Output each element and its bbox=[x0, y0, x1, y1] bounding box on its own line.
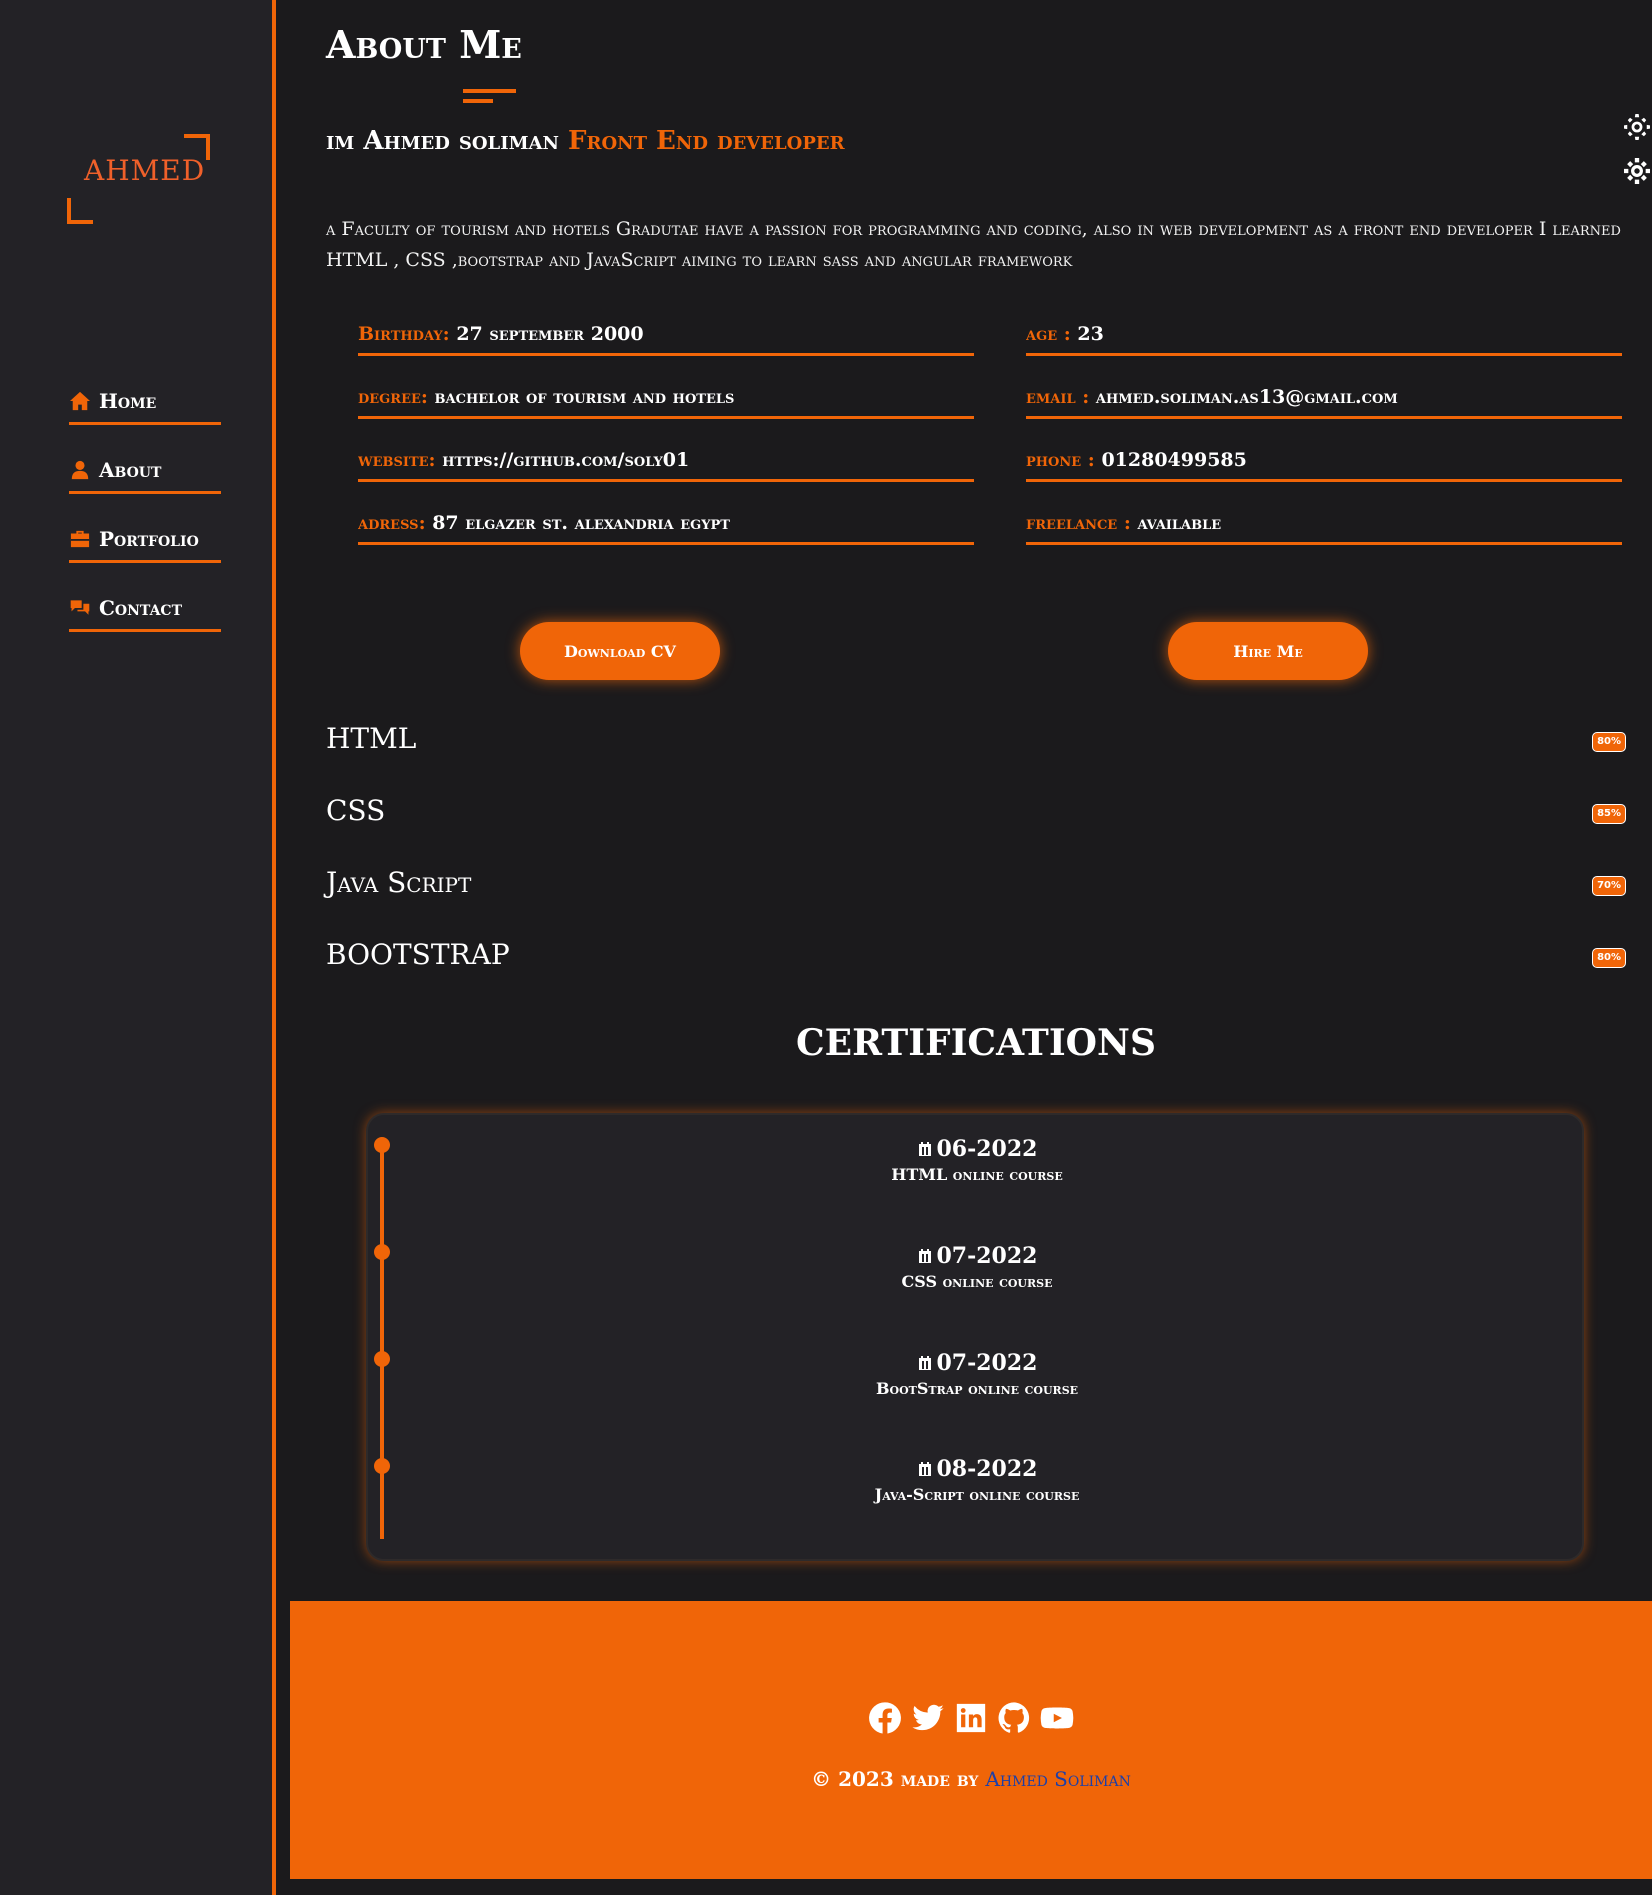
certification-item: 07-2022 BootStrap online course bbox=[368, 1350, 1586, 1398]
certification-date-wrap: 07-2022 bbox=[917, 1350, 1038, 1376]
skill-row: BOOTSTRAP 80% bbox=[326, 938, 1626, 978]
info-address: adress: 87 elgazer st. alexandria egypt bbox=[358, 509, 974, 545]
info-value[interactable]: https://github.com/soly01 bbox=[442, 449, 689, 471]
info-key: website: bbox=[358, 449, 436, 471]
nav-label: About bbox=[99, 458, 162, 482]
skill-percent-badge: 80% bbox=[1592, 732, 1626, 752]
gear-icon[interactable] bbox=[1624, 114, 1650, 140]
certifications-timeline: 06-2022 HTML online course 07-2022 CSS o… bbox=[366, 1113, 1584, 1561]
home-icon bbox=[70, 391, 90, 411]
info-key: freelance : bbox=[1026, 512, 1131, 534]
sidebar-nav: Home About Portfolio Contact bbox=[69, 380, 221, 656]
sidebar: AHMED Home About Portfolio Contact bbox=[0, 0, 276, 1895]
nav-label: Portfolio bbox=[99, 527, 199, 551]
facebook-icon[interactable] bbox=[868, 1701, 902, 1735]
logo-corner-bottom-left bbox=[67, 198, 93, 224]
certification-date: 08-2022 bbox=[936, 1456, 1038, 1482]
nav-label: Contact bbox=[99, 596, 182, 620]
github-icon[interactable] bbox=[997, 1701, 1031, 1735]
title-underline bbox=[463, 89, 516, 93]
info-value: available bbox=[1137, 512, 1222, 534]
certification-item: 06-2022 HTML online course bbox=[368, 1136, 1586, 1184]
calendar-icon bbox=[918, 1142, 931, 1156]
info-key: Birthday: bbox=[358, 323, 450, 345]
certification-course: HTML online course bbox=[891, 1165, 1063, 1184]
nav-item-about[interactable]: About bbox=[69, 449, 221, 494]
info-key: email : bbox=[1026, 386, 1090, 408]
page-title: About Me bbox=[326, 22, 522, 67]
youtube-icon[interactable] bbox=[1040, 1701, 1074, 1735]
info-key: degree: bbox=[358, 386, 428, 408]
social-links bbox=[290, 1701, 1652, 1735]
skill-row: HTML 80% bbox=[326, 722, 1626, 762]
info-email: email : ahmed.soliman.as13@gmail.com bbox=[1026, 383, 1622, 419]
certification-date-wrap: 06-2022 bbox=[917, 1136, 1038, 1162]
skill-name: BOOTSTRAP bbox=[326, 938, 510, 971]
linkedin-icon[interactable] bbox=[954, 1701, 988, 1735]
info-age: age : 23 bbox=[1026, 320, 1622, 356]
info-value: 27 september 2000 bbox=[456, 323, 644, 345]
certification-date-wrap: 08-2022 bbox=[917, 1456, 1038, 1482]
download-cv-button[interactable]: Download CV bbox=[520, 622, 720, 680]
certification-course: Java-Script online course bbox=[874, 1485, 1080, 1504]
certification-date: 06-2022 bbox=[936, 1136, 1038, 1162]
bio-paragraph: a Faculty of tourism and hotels Gradutae… bbox=[326, 218, 1621, 271]
copyright: © 2023 made by Ahmed Soliman bbox=[290, 1767, 1652, 1791]
certification-course: CSS online course bbox=[901, 1272, 1053, 1291]
intro-role: Front End developer bbox=[568, 126, 845, 156]
author-link[interactable]: Ahmed Soliman bbox=[985, 1767, 1131, 1791]
nav-item-portfolio[interactable]: Portfolio bbox=[69, 518, 221, 563]
intro-heading: im Ahmed soliman Front End developer bbox=[326, 126, 845, 156]
cog-icon[interactable] bbox=[1624, 158, 1650, 184]
comments-icon bbox=[70, 600, 90, 615]
info-birthday: Birthday: 27 september 2000 bbox=[358, 320, 974, 356]
skill-percent-badge: 80% bbox=[1592, 948, 1626, 968]
user-icon bbox=[71, 460, 89, 480]
info-website: website: https://github.com/soly01 bbox=[358, 446, 974, 482]
nav-item-home[interactable]: Home bbox=[69, 380, 221, 425]
certification-date-wrap: 07-2022 bbox=[917, 1243, 1038, 1269]
certifications-title: CERTIFICATIONS bbox=[796, 1022, 1156, 1064]
title-underline-short bbox=[463, 99, 493, 103]
info-degree: degree: bachelor of tourism and hotels bbox=[358, 383, 974, 419]
nav-label: Home bbox=[99, 389, 157, 413]
certification-date: 07-2022 bbox=[936, 1350, 1038, 1376]
skill-name: Java Script bbox=[326, 866, 472, 899]
copyright-text: © 2023 made by bbox=[811, 1767, 979, 1791]
logo-text: AHMED bbox=[84, 154, 206, 187]
certification-course: BootStrap online course bbox=[875, 1379, 1079, 1398]
info-value: 87 elgazer st. alexandria egypt bbox=[432, 512, 730, 534]
skill-percent-badge: 85% bbox=[1592, 804, 1626, 824]
calendar-icon bbox=[918, 1462, 931, 1476]
footer: © 2023 made by Ahmed Soliman bbox=[290, 1601, 1652, 1879]
hire-me-button[interactable]: Hire Me bbox=[1168, 622, 1368, 680]
calendar-icon bbox=[918, 1249, 931, 1263]
info-value: 01280499585 bbox=[1101, 449, 1247, 471]
skill-name: HTML bbox=[326, 722, 417, 755]
info-key: adress: bbox=[358, 512, 426, 534]
skill-percent-badge: 70% bbox=[1592, 876, 1626, 896]
info-value[interactable]: ahmed.soliman.as13@gmail.com bbox=[1096, 386, 1398, 408]
calendar-icon bbox=[918, 1356, 931, 1370]
skill-row: Java Script 70% bbox=[326, 866, 1626, 906]
skill-name: CSS bbox=[326, 794, 386, 827]
info-key: phone : bbox=[1026, 449, 1095, 471]
info-phone: phone : 01280499585 bbox=[1026, 446, 1622, 482]
info-value: bachelor of tourism and hotels bbox=[434, 386, 735, 408]
info-freelance: freelance : available bbox=[1026, 509, 1622, 545]
nav-item-contact[interactable]: Contact bbox=[69, 587, 221, 632]
logo[interactable]: AHMED bbox=[67, 134, 210, 224]
twitter-icon[interactable] bbox=[911, 1701, 945, 1735]
certification-item: 07-2022 CSS online course bbox=[368, 1243, 1586, 1291]
briefcase-icon bbox=[70, 530, 90, 548]
skill-row: CSS 85% bbox=[326, 794, 1626, 834]
info-key: age : bbox=[1026, 323, 1071, 345]
info-value: 23 bbox=[1077, 323, 1104, 345]
settings-panel-toggle bbox=[1624, 114, 1652, 202]
certification-date: 07-2022 bbox=[936, 1243, 1038, 1269]
intro-name: im Ahmed soliman bbox=[326, 126, 559, 156]
certification-item: 08-2022 Java-Script online course bbox=[368, 1456, 1586, 1504]
